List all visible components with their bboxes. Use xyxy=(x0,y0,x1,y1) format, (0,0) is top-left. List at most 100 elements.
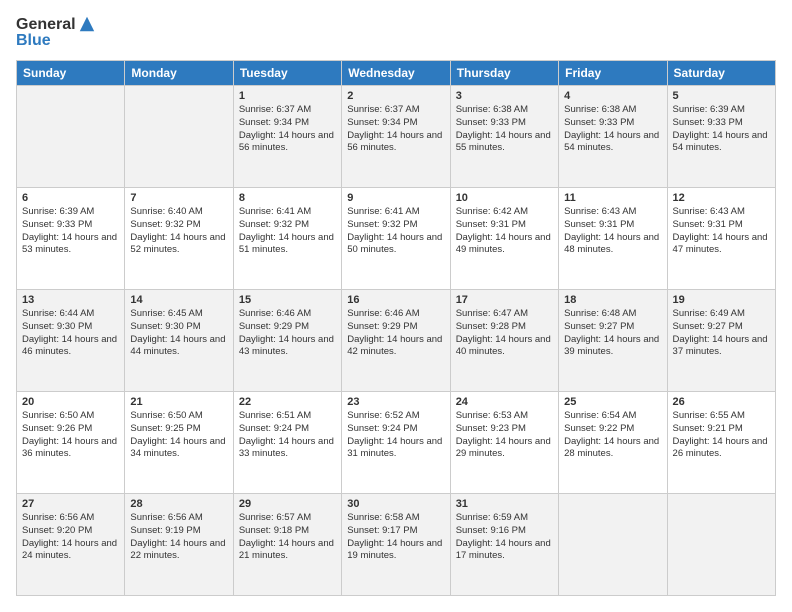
cell-content: Sunrise: 6:49 AM Sunset: 9:27 PM Dayligh… xyxy=(673,308,770,359)
calendar-cell: 13Sunrise: 6:44 AM Sunset: 9:30 PM Dayli… xyxy=(17,290,125,392)
day-number: 6 xyxy=(22,192,119,204)
day-number: 5 xyxy=(673,90,770,102)
cell-content: Sunrise: 6:46 AM Sunset: 9:29 PM Dayligh… xyxy=(239,308,336,359)
calendar-cell: 14 Sunrise: 6:45 AM Sunset: 9:30 PM Dayli… xyxy=(125,290,233,392)
day-header-monday: Monday xyxy=(125,61,233,86)
cell-content: Sunrise: 6:39 AM Sunset: 9:33 PM Dayligh… xyxy=(673,104,770,155)
cell-content: Sunrise: 6:47 AM Sunset: 9:28 PM Dayligh… xyxy=(456,308,553,359)
cell-content: Sunrise: 6:52 AM Sunset: 9:24 PM Dayligh… xyxy=(347,410,444,461)
calendar-cell: 19 Sunrise: 6:49 AM Sunset: 9:27 PM Dayli… xyxy=(667,290,775,392)
calendar-week-row: 13Sunrise: 6:44 AM Sunset: 9:30 PM Dayli… xyxy=(17,290,776,392)
calendar-header-row: SundayMondayTuesdayWednesdayThursdayFrid… xyxy=(17,61,776,86)
calendar-cell xyxy=(125,86,233,188)
calendar-week-row: 6 Sunrise: 6:39 AM Sunset: 9:33 PM Daylig… xyxy=(17,188,776,290)
calendar-cell: 9Sunrise: 6:41 AM Sunset: 9:32 PM Daylig… xyxy=(342,188,450,290)
day-number: 31 xyxy=(456,498,553,510)
cell-content: Sunrise: 6:56 AM Sunset: 9:20 PM Dayligh… xyxy=(22,512,119,563)
day-number: 22 xyxy=(239,396,336,408)
day-header-saturday: Saturday xyxy=(667,61,775,86)
cell-content: Sunrise: 6:50 AM Sunset: 9:26 PM Dayligh… xyxy=(22,410,119,461)
cell-content: Sunrise: 6:56 AM Sunset: 9:19 PM Dayligh… xyxy=(130,512,227,563)
cell-content: Sunrise: 6:55 AM Sunset: 9:21 PM Dayligh… xyxy=(673,410,770,461)
calendar-cell: 1Sunrise: 6:37 AM Sunset: 9:34 PM Daylig… xyxy=(233,86,341,188)
calendar-cell: 31 Sunrise: 6:59 AM Sunset: 9:16 PM Dayli… xyxy=(450,494,558,596)
day-number: 28 xyxy=(130,498,227,510)
cell-content: Sunrise: 6:37 AM Sunset: 9:34 PM Dayligh… xyxy=(347,104,444,155)
day-number: 4 xyxy=(564,90,661,102)
cell-content: Sunrise: 6:46 AM Sunset: 9:29 PM Dayligh… xyxy=(347,308,444,359)
day-number: 12 xyxy=(673,192,770,204)
calendar-cell: 21 Sunrise: 6:50 AM Sunset: 9:25 PM Dayli… xyxy=(125,392,233,494)
day-number: 14 xyxy=(130,294,227,306)
calendar-cell: 29 Sunrise: 6:57 AM Sunset: 9:18 PM Dayli… xyxy=(233,494,341,596)
calendar-week-row: 20Sunrise: 6:50 AM Sunset: 9:26 PM Dayli… xyxy=(17,392,776,494)
cell-content: Sunrise: 6:40 AM Sunset: 9:32 PM Dayligh… xyxy=(130,206,227,257)
page: General Blue SundayMondayTuesdayWednesda… xyxy=(0,0,792,612)
day-number: 19 xyxy=(673,294,770,306)
day-header-tuesday: Tuesday xyxy=(233,61,341,86)
cell-content: Sunrise: 6:57 AM Sunset: 9:18 PM Dayligh… xyxy=(239,512,336,563)
day-number: 17 xyxy=(456,294,553,306)
day-number: 27 xyxy=(22,498,119,510)
calendar-cell: 2 Sunrise: 6:37 AM Sunset: 9:34 PM Daylig… xyxy=(342,86,450,188)
day-number: 15 xyxy=(239,294,336,306)
day-number: 8 xyxy=(239,192,336,204)
calendar-cell: 18 Sunrise: 6:48 AM Sunset: 9:27 PM Dayli… xyxy=(559,290,667,392)
day-number: 29 xyxy=(239,498,336,510)
cell-content: Sunrise: 6:45 AM Sunset: 9:30 PM Dayligh… xyxy=(130,308,227,359)
calendar-week-row: 27 Sunrise: 6:56 AM Sunset: 9:20 PM Dayli… xyxy=(17,494,776,596)
calendar-cell: 3Sunrise: 6:38 AM Sunset: 9:33 PM Daylig… xyxy=(450,86,558,188)
cell-content: Sunrise: 6:43 AM Sunset: 9:31 PM Dayligh… xyxy=(564,206,661,257)
cell-content: Sunrise: 6:43 AM Sunset: 9:31 PM Dayligh… xyxy=(673,206,770,257)
cell-content: Sunrise: 6:50 AM Sunset: 9:25 PM Dayligh… xyxy=(130,410,227,461)
day-number: 10 xyxy=(456,192,553,204)
cell-content: Sunrise: 6:42 AM Sunset: 9:31 PM Dayligh… xyxy=(456,206,553,257)
cell-content: Sunrise: 6:39 AM Sunset: 9:33 PM Dayligh… xyxy=(22,206,119,257)
day-number: 11 xyxy=(564,192,661,204)
cell-content: Sunrise: 6:48 AM Sunset: 9:27 PM Dayligh… xyxy=(564,308,661,359)
calendar-cell: 30 Sunrise: 6:58 AM Sunset: 9:17 PM Dayli… xyxy=(342,494,450,596)
day-header-friday: Friday xyxy=(559,61,667,86)
day-number: 18 xyxy=(564,294,661,306)
day-number: 21 xyxy=(130,396,227,408)
day-header-thursday: Thursday xyxy=(450,61,558,86)
calendar-cell: 22 Sunrise: 6:51 AM Sunset: 9:24 PM Dayli… xyxy=(233,392,341,494)
day-number: 25 xyxy=(564,396,661,408)
cell-content: Sunrise: 6:38 AM Sunset: 9:33 PM Dayligh… xyxy=(564,104,661,155)
calendar-cell: 27 Sunrise: 6:56 AM Sunset: 9:20 PM Dayli… xyxy=(17,494,125,596)
day-number: 30 xyxy=(347,498,444,510)
calendar-cell: 10 Sunrise: 6:42 AM Sunset: 9:31 PM Dayli… xyxy=(450,188,558,290)
cell-content: Sunrise: 6:51 AM Sunset: 9:24 PM Dayligh… xyxy=(239,410,336,461)
cell-content: Sunrise: 6:38 AM Sunset: 9:33 PM Dayligh… xyxy=(456,104,553,155)
day-header-sunday: Sunday xyxy=(17,61,125,86)
day-number: 26 xyxy=(673,396,770,408)
calendar-cell: 17 Sunrise: 6:47 AM Sunset: 9:28 PM Dayli… xyxy=(450,290,558,392)
calendar-cell: 16 Sunrise: 6:46 AM Sunset: 9:29 PM Dayli… xyxy=(342,290,450,392)
cell-content: Sunrise: 6:59 AM Sunset: 9:16 PM Dayligh… xyxy=(456,512,553,563)
calendar-cell: 25Sunrise: 6:54 AM Sunset: 9:22 PM Dayli… xyxy=(559,392,667,494)
day-number: 23 xyxy=(347,396,444,408)
calendar-cell: 24Sunrise: 6:53 AM Sunset: 9:23 PM Dayli… xyxy=(450,392,558,494)
logo-blue-text: Blue xyxy=(16,32,51,50)
cell-content: Sunrise: 6:37 AM Sunset: 9:34 PM Dayligh… xyxy=(239,104,336,155)
day-header-wednesday: Wednesday xyxy=(342,61,450,86)
calendar-cell xyxy=(559,494,667,596)
calendar-cell: 15 Sunrise: 6:46 AM Sunset: 9:29 PM Dayli… xyxy=(233,290,341,392)
logo-triangle-icon xyxy=(78,15,96,33)
day-number: 13 xyxy=(22,294,119,306)
day-number: 2 xyxy=(347,90,444,102)
calendar-cell xyxy=(667,494,775,596)
calendar-cell: 6 Sunrise: 6:39 AM Sunset: 9:33 PM Daylig… xyxy=(17,188,125,290)
calendar-cell: 5 Sunrise: 6:39 AM Sunset: 9:33 PM Daylig… xyxy=(667,86,775,188)
day-number: 16 xyxy=(347,294,444,306)
calendar-cell: 26 Sunrise: 6:55 AM Sunset: 9:21 PM Dayli… xyxy=(667,392,775,494)
cell-content: Sunrise: 6:53 AM Sunset: 9:23 PM Dayligh… xyxy=(456,410,553,461)
header: General Blue xyxy=(16,16,776,50)
calendar-week-row: 1Sunrise: 6:37 AM Sunset: 9:34 PM Daylig… xyxy=(17,86,776,188)
logo: General Blue xyxy=(16,16,96,50)
cell-content: Sunrise: 6:58 AM Sunset: 9:17 PM Dayligh… xyxy=(347,512,444,563)
calendar-cell: 28 Sunrise: 6:56 AM Sunset: 9:19 PM Dayli… xyxy=(125,494,233,596)
calendar-cell: 12 Sunrise: 6:43 AM Sunset: 9:31 PM Dayli… xyxy=(667,188,775,290)
calendar-cell: 20Sunrise: 6:50 AM Sunset: 9:26 PM Dayli… xyxy=(17,392,125,494)
calendar-cell: 23 Sunrise: 6:52 AM Sunset: 9:24 PM Dayli… xyxy=(342,392,450,494)
